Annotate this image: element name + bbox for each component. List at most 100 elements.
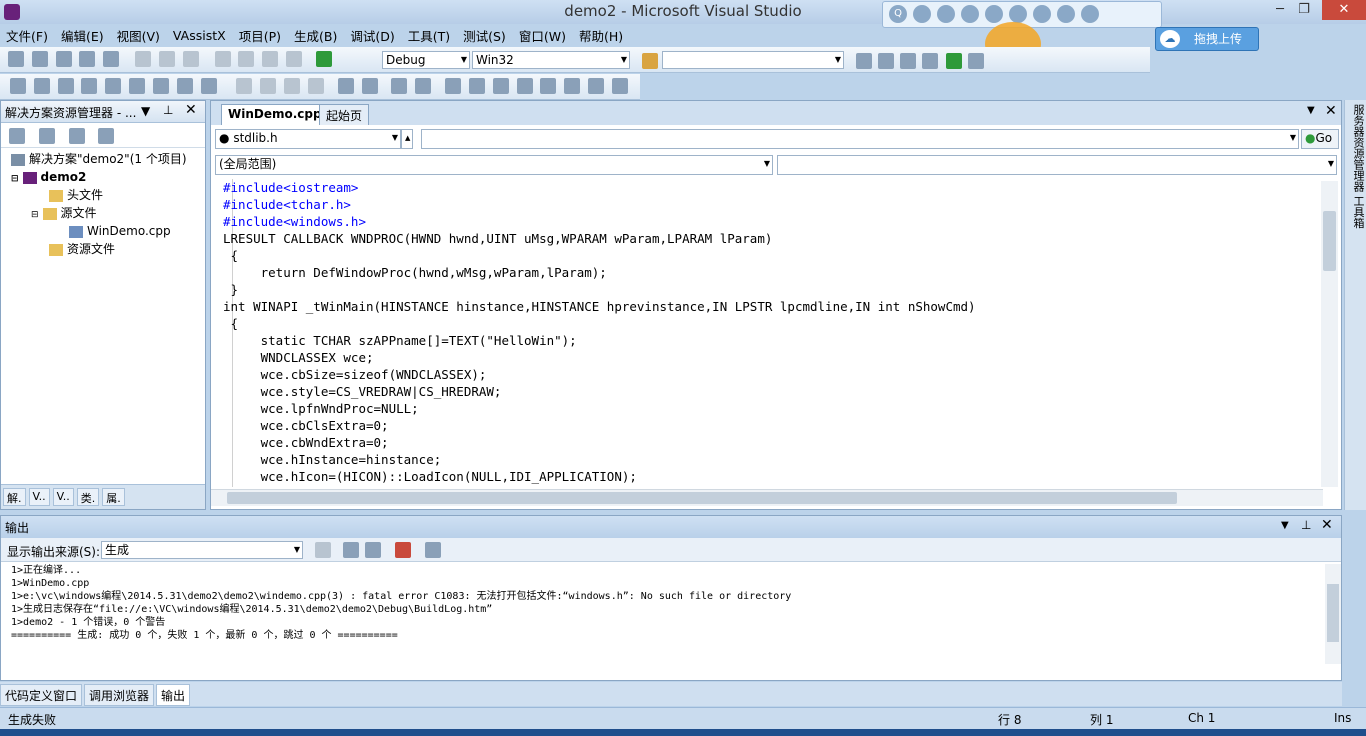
code-line[interactable]: LRESULT CALLBACK WNDPROC(HWND hwnd,UINT …: [223, 230, 1317, 247]
spell-check-icon[interactable]: [176, 78, 193, 94]
tab-call-browser[interactable]: 调用浏览器: [84, 684, 155, 706]
menu-edit[interactable]: 编辑(E): [61, 26, 104, 45]
menu-vassistx[interactable]: VAssistX: [173, 28, 226, 43]
scroll-thumb[interactable]: [1327, 584, 1339, 642]
member-list-icon[interactable]: [236, 78, 253, 94]
close-icon[interactable]: ✕: [185, 102, 197, 118]
start-debug-icon[interactable]: [315, 51, 332, 67]
tree-item-project[interactable]: ⊟ demo2: [11, 168, 86, 186]
tab-property[interactable]: 属.: [102, 488, 125, 506]
paste-icon[interactable]: [182, 51, 199, 67]
cut-icon[interactable]: [135, 51, 152, 67]
output-text[interactable]: 1>正在编译... 1>WinDemo.cpp 1>e:\vc\windows编…: [11, 564, 1321, 664]
menu-help[interactable]: 帮助(H): [579, 26, 623, 45]
tab-class-view[interactable]: 类.: [76, 488, 100, 506]
tab-va-outline[interactable]: V..: [52, 488, 74, 506]
uncomment-icon[interactable]: [415, 78, 432, 94]
upload-button[interactable]: ☁ 拖拽上传: [1155, 27, 1259, 51]
collapse-icon[interactable]: ⊟: [31, 210, 39, 220]
complete-word-icon[interactable]: [307, 78, 324, 94]
prev-bookmark-icon[interactable]: [468, 78, 485, 94]
mail-icon[interactable]: [1033, 5, 1051, 23]
tree-item-solution[interactable]: 解决方案"demo2"(1 个项目): [11, 150, 187, 168]
properties-icon[interactable]: [68, 128, 85, 144]
va-icon-1[interactable]: [10, 78, 26, 94]
code-line[interactable]: wce.cbClsExtra=0;: [223, 417, 1317, 434]
parameter-info-icon[interactable]: [260, 78, 277, 94]
code-line[interactable]: wce.style=CS_VREDRAW|CS_HREDRAW;: [223, 383, 1317, 400]
quick-info-icon[interactable]: [284, 78, 301, 94]
copy-icon[interactable]: [158, 51, 175, 67]
class-view-icon[interactable]: [98, 128, 115, 144]
menu-build[interactable]: 生成(B): [294, 26, 337, 45]
config-combo[interactable]: Debug ▼: [382, 51, 470, 69]
side-tab-label[interactable]: 服务器资源管理器 工具箱: [1352, 104, 1365, 229]
tree-item-headers[interactable]: 头文件: [49, 186, 103, 204]
new-project-icon[interactable]: [8, 51, 24, 67]
va-icon-8[interactable]: [200, 78, 217, 94]
code-line[interactable]: int WINAPI _tWinMain(HINSTANCE hinstance…: [223, 298, 1317, 315]
search-icon[interactable]: [937, 5, 955, 23]
code-line[interactable]: wce.cbSize=sizeof(WNDCLASSEX);: [223, 366, 1317, 383]
close-icon[interactable]: ✕: [1321, 517, 1333, 533]
menu-tools[interactable]: 工具(T): [408, 26, 450, 45]
tab-code-definition[interactable]: 代码定义窗口: [0, 684, 83, 706]
file-spinner[interactable]: ▲: [401, 129, 413, 149]
va-icon-4[interactable]: [81, 78, 98, 94]
menu-project[interactable]: 项目(P): [239, 26, 281, 45]
file-combo[interactable]: ● stdlib.h ▼: [215, 129, 401, 149]
pin-icon[interactable]: ⊥: [163, 103, 173, 117]
clock-icon[interactable]: [1009, 5, 1027, 23]
code-line[interactable]: static TCHAR szAPPname[]=TEXT("HelloWin"…: [223, 332, 1317, 349]
vertical-scrollbar[interactable]: [1321, 181, 1338, 487]
code-line[interactable]: #include<windows.h>: [223, 213, 1317, 230]
maximize-button[interactable]: ❐: [1290, 0, 1318, 20]
next-bookmark-icon[interactable]: [492, 78, 509, 94]
code-line[interactable]: wce.lpfnWndProc=NULL;: [223, 400, 1317, 417]
output-scrollbar[interactable]: [1325, 564, 1341, 664]
prev-message-icon[interactable]: [343, 542, 359, 558]
navigate-back-icon[interactable]: [262, 51, 279, 67]
scroll-thumb[interactable]: [1323, 211, 1336, 271]
comment-icon[interactable]: [391, 78, 408, 94]
code-line[interactable]: return DefWindowProc(hwnd,wMsg,wParam,lP…: [223, 264, 1317, 281]
other-windows-icon[interactable]: [968, 53, 984, 69]
outdent-icon[interactable]: [337, 78, 354, 94]
next-bookmark-folder-icon[interactable]: [540, 78, 557, 94]
scope-combo[interactable]: (全局范围) ▼: [215, 155, 773, 175]
tab-output[interactable]: 输出: [156, 684, 191, 706]
va-icon-3[interactable]: [57, 78, 74, 94]
undo-icon[interactable]: [214, 51, 231, 67]
properties-icon[interactable]: [878, 53, 894, 69]
source-combo[interactable]: 生成 ▼: [101, 541, 303, 559]
clear-bookmarks-icon[interactable]: [611, 78, 628, 94]
open-icon[interactable]: [55, 51, 72, 67]
right-side-tabs[interactable]: 服务器资源管理器 工具箱: [1344, 100, 1366, 510]
menu-test[interactable]: 测试(S): [463, 26, 506, 45]
tab-solution[interactable]: 解.: [3, 488, 26, 506]
contacts-icon[interactable]: [913, 5, 931, 23]
show-all-files-icon[interactable]: [9, 128, 25, 144]
bookmark-icon[interactable]: [445, 78, 462, 94]
phone-icon[interactable]: [1057, 5, 1075, 23]
close-button[interactable]: ✕: [1322, 0, 1366, 20]
find-in-files-icon[interactable]: [642, 53, 658, 69]
va-icon-2[interactable]: [33, 78, 50, 94]
menu-view[interactable]: 视图(V): [117, 26, 160, 45]
redo-icon[interactable]: [238, 51, 255, 67]
code-line[interactable]: wce.cbWndExtra=0;: [223, 434, 1317, 451]
add-item-icon[interactable]: [31, 51, 48, 67]
find-combo[interactable]: ▼: [662, 51, 844, 69]
prev-bookmark-folder-icon[interactable]: [516, 78, 533, 94]
code-area[interactable]: #include<iostream> #include<tchar.h> #in…: [223, 179, 1317, 487]
refresh-icon[interactable]: [38, 128, 55, 144]
indent-icon[interactable]: [361, 78, 378, 94]
next-bookmark-doc-icon[interactable]: [588, 78, 605, 94]
find-message-icon[interactable]: [315, 542, 331, 558]
clear-all-icon[interactable]: [395, 542, 411, 558]
folder-icon[interactable]: [985, 5, 1003, 23]
cloud-icon[interactable]: [961, 5, 979, 23]
platform-combo[interactable]: Win32 ▼: [472, 51, 630, 69]
object-browser-icon[interactable]: [900, 53, 916, 69]
menu-debug[interactable]: 调试(D): [350, 26, 394, 45]
